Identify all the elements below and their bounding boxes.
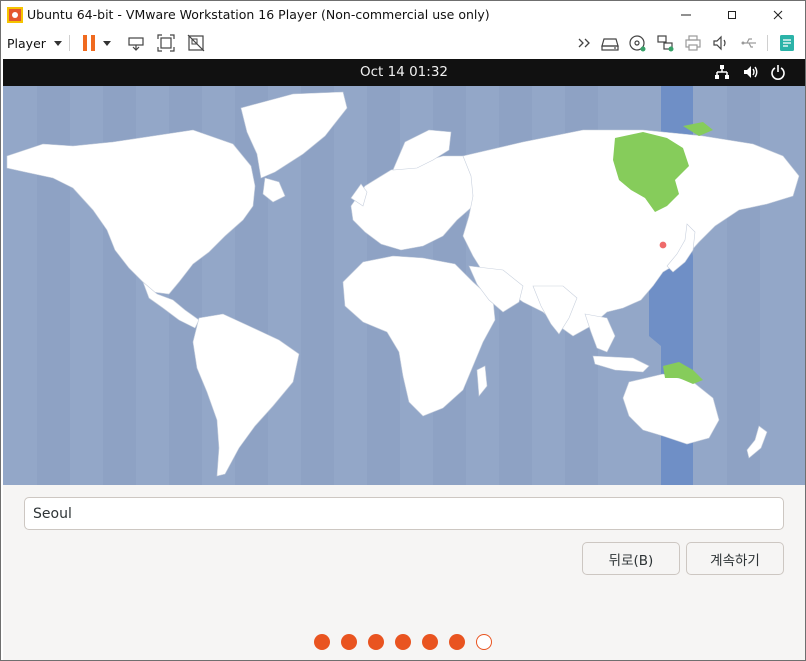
- printer-icon: [685, 35, 701, 51]
- gnome-top-bar: Oct 14 01:32: [3, 59, 805, 86]
- progress-dot-complete: [395, 634, 411, 650]
- maximize-icon: [728, 11, 736, 19]
- progress-dot-complete: [422, 634, 438, 650]
- printer-button[interactable]: [683, 33, 703, 53]
- progress-dot-complete: [341, 634, 357, 650]
- cd-dvd-button[interactable]: [627, 33, 647, 53]
- player-menu[interactable]: Player: [7, 32, 62, 54]
- chevron-down-icon: [103, 40, 111, 46]
- hard-disk-icon: [601, 38, 619, 51]
- progress-dot-current: [476, 634, 492, 650]
- pause-button[interactable]: [79, 33, 99, 53]
- minimize-button[interactable]: [663, 1, 709, 29]
- title-bar: Ubuntu 64-bit - VMware Workstation 16 Pl…: [1, 1, 805, 29]
- power-menu-dropdown[interactable]: [101, 33, 113, 53]
- send-ctrl-alt-del-button[interactable]: [126, 33, 146, 53]
- keyboard-icon: [128, 37, 144, 51]
- power-icon[interactable]: [770, 64, 786, 80]
- continue-button[interactable]: 계속하기: [686, 542, 784, 575]
- timezone-input[interactable]: [24, 497, 784, 530]
- installer-progress-dots: [314, 634, 492, 650]
- back-button[interactable]: 뒤로(B): [582, 542, 680, 575]
- timezone-map[interactable]: [3, 86, 805, 485]
- chevron-down-icon: [53, 40, 62, 46]
- volume-icon[interactable]: [743, 64, 759, 80]
- ubuntu-app-icon: [7, 7, 23, 23]
- message-log-button[interactable]: [777, 33, 797, 53]
- message-log-icon: [780, 35, 794, 51]
- close-icon: [773, 10, 783, 20]
- fit-screen-icon: [157, 34, 175, 52]
- window-title: Ubuntu 64-bit - VMware Workstation 16 Pl…: [27, 7, 490, 22]
- sound-card-button[interactable]: [711, 33, 731, 53]
- toolbar: Player: [1, 29, 805, 57]
- fit-guest-button[interactable]: [156, 33, 176, 53]
- speaker-icon: [713, 35, 726, 51]
- double-chevron-right-icon: [578, 38, 590, 48]
- location-pin[interactable]: [658, 240, 668, 250]
- usb-device-button[interactable]: [739, 33, 759, 53]
- network-adapter-icon: [657, 35, 674, 52]
- close-button[interactable]: [755, 1, 801, 29]
- pause-icon: [83, 35, 95, 51]
- network-adapter-button[interactable]: [655, 33, 675, 53]
- toolbar-separator: [69, 35, 70, 51]
- unity-mode-button[interactable]: [186, 33, 206, 53]
- network-wired-icon[interactable]: [714, 64, 730, 80]
- progress-dot-complete: [314, 634, 330, 650]
- more-devices-button[interactable]: [575, 33, 595, 53]
- maximize-button[interactable]: [709, 1, 755, 29]
- progress-dot-complete: [449, 634, 465, 650]
- hard-disk-button[interactable]: [600, 33, 620, 53]
- player-menu-label: Player: [7, 35, 46, 51]
- vmware-window: Ubuntu 64-bit - VMware Workstation 16 Pl…: [0, 0, 806, 661]
- cd-icon: [629, 35, 646, 52]
- toolbar-separator: [767, 35, 768, 51]
- guest-screen[interactable]: Oct 14 01:32 Seoul 뒤로(B) 계속하기: [3, 59, 805, 660]
- unity-icon: [187, 34, 205, 52]
- minimize-icon: [681, 14, 691, 16]
- usb-icon: [741, 38, 756, 48]
- clock[interactable]: Oct 14 01:32: [3, 64, 805, 80]
- progress-dot-complete: [368, 634, 384, 650]
